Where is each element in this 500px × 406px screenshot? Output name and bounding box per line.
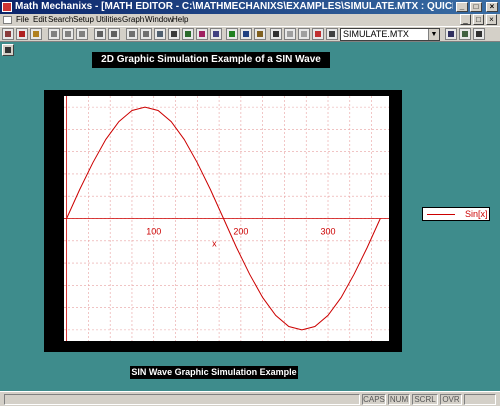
status-bar: CAPS NUM SCRL OVR [0, 391, 500, 406]
chart-title: 2D Graphic Simulation Example of a SIN W… [92, 52, 330, 68]
help-icon[interactable] [473, 28, 485, 40]
window-title: Math Mechanixs - [MATH EDITOR - C:\MATHM… [15, 1, 453, 12]
x-tick-label: 300 [320, 227, 335, 237]
calculate-icon[interactable] [168, 28, 180, 40]
menu-file[interactable]: File [16, 14, 29, 26]
status-scrl: SCRL [412, 394, 438, 405]
status-message [4, 394, 360, 405]
find-icon[interactable] [126, 28, 138, 40]
open-icon[interactable] [30, 28, 42, 40]
legend-label: Sin[x] [465, 209, 488, 219]
title-bar: Math Mechanixs - [MATH EDITOR - C:\MATHM… [0, 0, 500, 14]
maximize-button[interactable]: □ [470, 2, 482, 12]
save-graph-icon[interactable] [2, 44, 14, 56]
window-icon[interactable] [270, 28, 282, 40]
graph-3d-icon[interactable] [240, 28, 252, 40]
file-combo[interactable]: SIMULATE.MTX ▼ [340, 28, 440, 41]
context-help-icon[interactable] [445, 28, 457, 40]
pencil-icon[interactable] [2, 28, 14, 40]
menu-search[interactable]: Search [48, 14, 73, 26]
undo-icon[interactable] [94, 28, 106, 40]
function-icon[interactable] [182, 28, 194, 40]
print-icon[interactable] [154, 28, 166, 40]
mdi-restore-button[interactable]: □ [473, 14, 484, 25]
menu-bar: File Edit Search Setup Utilities Graph W… [0, 14, 500, 26]
notes-icon[interactable] [326, 28, 338, 40]
menu-edit[interactable]: Edit [33, 14, 47, 26]
paste-icon[interactable] [76, 28, 88, 40]
x-tick-label: 200 [233, 227, 248, 237]
document-icon[interactable] [3, 16, 12, 24]
status-num: NUM [388, 394, 410, 405]
toolbar: SIMULATE.MTX ▼ [0, 26, 500, 42]
status-caps: CAPS [362, 394, 386, 405]
menu-help[interactable]: Help [172, 14, 188, 26]
legend-swatch [427, 214, 455, 215]
tile-icon[interactable] [284, 28, 296, 40]
tools-icon[interactable] [459, 28, 471, 40]
new-icon[interactable] [16, 28, 28, 40]
chart-icon[interactable] [254, 28, 266, 40]
chart-plot-area: 1.00.80.60.40.20-0.2-0.4-0.6-0.8-1.01002… [64, 96, 389, 341]
x-tick-label: 100 [146, 227, 161, 237]
redo-icon[interactable] [108, 28, 120, 40]
menu-setup[interactable]: Setup [73, 14, 94, 26]
chart-legend: Sin[x] [422, 207, 490, 221]
cascade-icon[interactable] [298, 28, 310, 40]
graph-2d-icon[interactable] [226, 28, 238, 40]
replace-icon[interactable] [140, 28, 152, 40]
mdi-minimize-button[interactable]: _ [460, 14, 471, 25]
copy-icon[interactable] [62, 28, 74, 40]
menu-utilities[interactable]: Utilities [96, 14, 122, 26]
cut-icon[interactable] [48, 28, 60, 40]
sine-chart: 1.00.80.60.40.20-0.2-0.4-0.6-0.8-1.01002… [64, 96, 389, 341]
mdi-close-button[interactable]: × [486, 14, 497, 25]
matrix-icon[interactable] [196, 28, 208, 40]
file-combo-value: SIMULATE.MTX [343, 29, 409, 39]
status-ovr: OVR [440, 394, 462, 405]
x-axis-label: x [212, 239, 217, 249]
close-button[interactable]: × [486, 2, 498, 12]
menu-graph[interactable]: Graph [122, 14, 144, 26]
chevron-down-icon[interactable]: ▼ [428, 29, 439, 40]
menu-window[interactable]: Window [145, 14, 173, 26]
app-icon[interactable] [2, 2, 12, 12]
database-icon[interactable] [312, 28, 324, 40]
minimize-button[interactable]: _ [456, 2, 468, 12]
chart-caption: SIN Wave Graphic Simulation Example [130, 366, 298, 379]
status-extra [464, 394, 496, 405]
formula-icon[interactable] [210, 28, 222, 40]
